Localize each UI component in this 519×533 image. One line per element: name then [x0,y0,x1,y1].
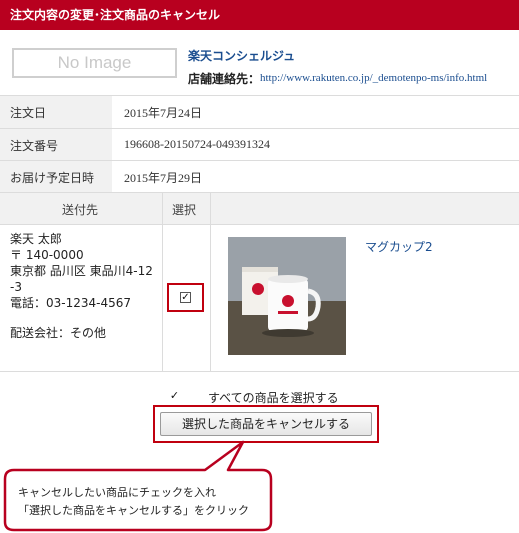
phone-number: 電話：03-1234-4567 [10,296,132,310]
select-all-checkbox[interactable]: ✓ [169,390,180,402]
cancel-selected-items-button[interactable]: 選択した商品をキャンセルする [160,412,372,436]
shop-name-link[interactable]: 楽天コンシェルジュ [188,47,295,64]
item-select-checkbox[interactable]: ✓ [180,292,191,303]
address-line: 東京都 品川区 東品川4-12 [10,264,153,278]
shipping-address: 楽天 太郎 〒 140-0000 東京都 品川区 東品川4-12 -3 電話：0… [10,231,153,341]
order-number-value: 196608-20150724-049391324 [124,137,270,151]
instruction-line-1: キャンセルしたい商品にチェックを入れ [18,486,216,499]
delivery-date-value: 2015年7月29日 [124,171,203,185]
instruction-callout-text: キャンセルしたい商品にチェックを入れ 「選択した商品をキャンセルする」をクリック [18,484,249,520]
shop-contact-url-link[interactable]: http://www.rakuten.co.jp/_demotenpo-ms/i… [260,72,487,84]
select-all-label[interactable]: すべての商品を選択する [208,389,339,406]
column-header-select: 選択 [172,203,197,217]
order-date-value: 2015年7月24日 [124,106,203,120]
column-divider [210,193,211,371]
instruction-line-2: 「選択した商品をキャンセルする」をクリック [18,504,249,517]
mug-photo-illustration [228,237,346,355]
shop-no-image-placeholder: No Image [12,48,177,78]
product-image [228,237,346,355]
shipping-carrier: 配送会社：その他 [10,326,107,340]
recipient-name: 楽天 太郎 [10,232,62,246]
postal-code: 〒 140-0000 [10,248,84,262]
divider [0,371,519,372]
order-number-label: 注文番号 [10,139,59,153]
page-header: 注文内容の変更･注文商品のキャンセル [0,0,519,30]
address-line-2: -3 [10,280,22,294]
shop-contact-label: 店舗連絡先： [188,72,261,86]
delivery-date-label: お届け予定日時 [10,171,95,185]
divider [0,224,519,225]
order-date-label: 注文日 [10,106,47,120]
item-name-link[interactable]: マグカップ2 [365,238,433,255]
column-header-destination: 送付先 [62,203,99,217]
column-divider [162,193,163,371]
